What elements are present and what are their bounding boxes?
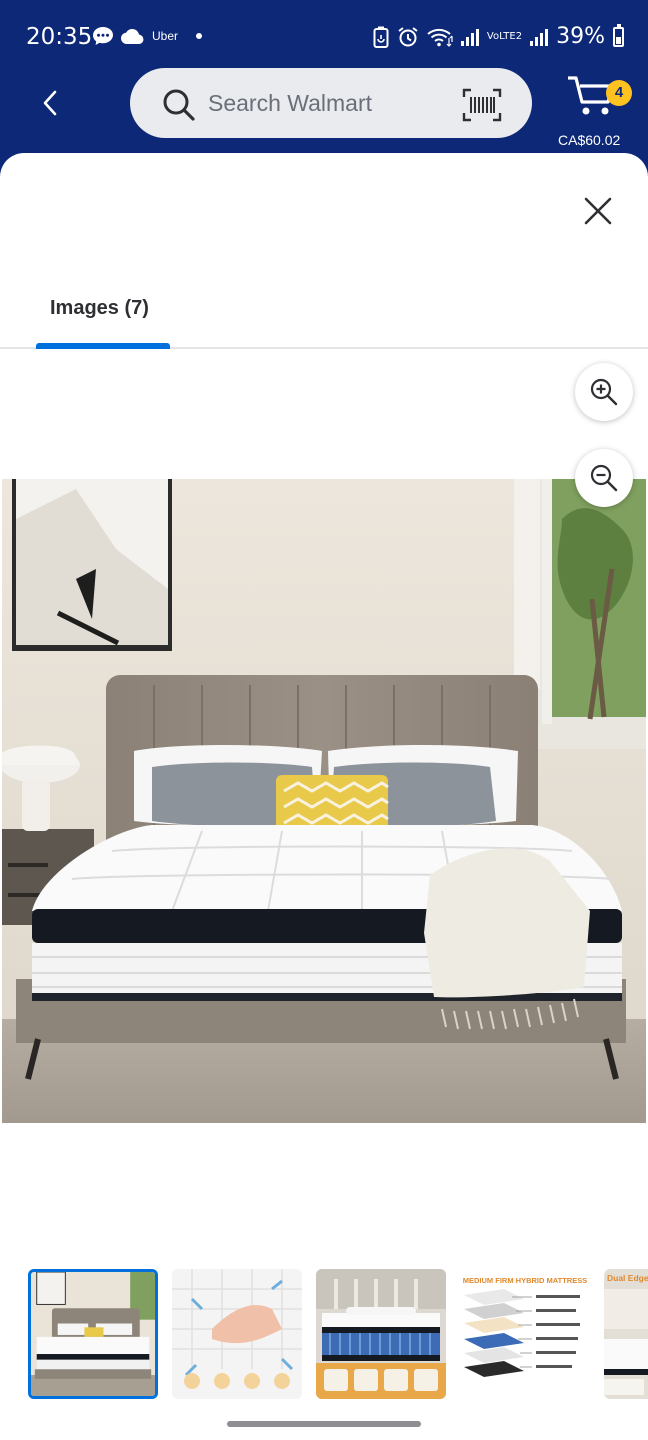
thumbnail-5-image: Dual Edge Su (604, 1269, 648, 1399)
alarm-icon (398, 26, 418, 46)
thumbnail-4-caption: MEDIUM FIRM HYBRID MATTRESS (463, 1276, 587, 1285)
thumbnail-1[interactable] (28, 1269, 158, 1399)
thumbnail-2-image (172, 1269, 302, 1399)
status-time: 20:35 (26, 24, 93, 50)
battery-saver-icon (373, 26, 389, 48)
signal-icon-2 (530, 28, 549, 46)
notification-icons: Uber (92, 26, 203, 46)
app-header: 4 CA$60.02 (0, 64, 648, 154)
active-tab-indicator (36, 343, 170, 349)
image-viewer-sheet: Images (7) MEDIUM FIRM HYBRID MATTRESS D… (0, 153, 648, 1440)
thumbnail-strip: MEDIUM FIRM HYBRID MATTRESS Dual Edge Su (0, 1269, 648, 1399)
zoom-in-icon (590, 378, 618, 406)
cart-total: CA$60.02 (558, 132, 621, 148)
back-button[interactable] (34, 86, 68, 120)
thumbnail-1-image (31, 1272, 155, 1396)
status-bar: 20:35 Uber VoLTE2 39% (0, 0, 648, 70)
wifi-icon (427, 28, 453, 47)
signal-icon (460, 28, 479, 46)
thumbnail-2[interactable] (172, 1269, 302, 1399)
search-icon (163, 89, 195, 121)
system-icons: VoLTE2 39% (373, 23, 624, 49)
thumbnail-3[interactable] (316, 1269, 446, 1399)
more-notifications-dot (196, 33, 203, 39)
thumbnail-5[interactable]: Dual Edge Su (604, 1269, 648, 1399)
barcode-scanner-icon[interactable] (462, 88, 502, 122)
search-bar[interactable] (130, 68, 532, 138)
zoom-out-icon (590, 464, 618, 492)
search-input[interactable] (208, 86, 448, 120)
tab-images[interactable]: Images (7) (36, 281, 170, 349)
close-button[interactable] (578, 191, 618, 231)
battery-icon (613, 23, 624, 47)
cloud-icon (121, 29, 144, 44)
cart-button[interactable]: 4 CA$60.02 (556, 70, 636, 150)
tab-images-label: Images (7) (50, 297, 149, 319)
thumbnail-4[interactable]: MEDIUM FIRM HYBRID MATTRESS (460, 1269, 590, 1399)
battery-percent: 39% (556, 24, 605, 49)
zoom-in-button[interactable] (575, 363, 633, 421)
thumbnail-4-image: MEDIUM FIRM HYBRID MATTRESS (460, 1269, 590, 1399)
network-label: VoLTE2 (486, 30, 523, 42)
thumbnail-5-caption: Dual Edge Su (607, 1273, 648, 1283)
chat-icon (93, 27, 113, 45)
thumbnail-3-image (316, 1269, 446, 1399)
tab-bar: Images (7) (0, 281, 648, 349)
uber-icon: Uber (152, 29, 179, 43)
zoom-out-button[interactable] (575, 449, 633, 507)
home-indicator[interactable] (227, 1421, 421, 1427)
main-product-image[interactable] (2, 479, 646, 1123)
cart-count-badge: 4 (606, 80, 632, 106)
